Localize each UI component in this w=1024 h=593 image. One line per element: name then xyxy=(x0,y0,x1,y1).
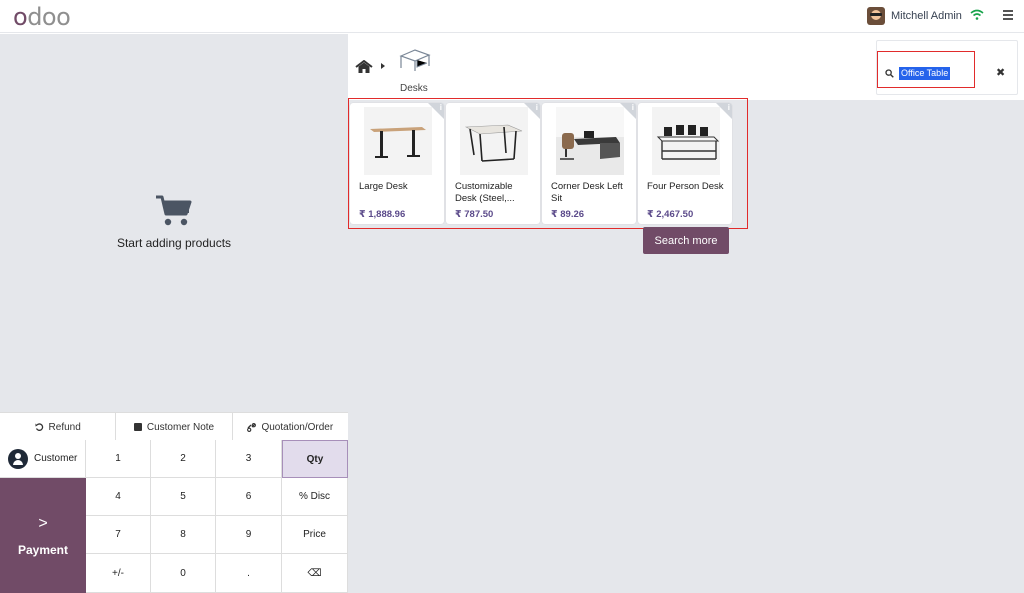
odoo-logo[interactable]: odoo xyxy=(13,3,71,31)
product-price: ₹ 2,467.50 xyxy=(647,209,694,220)
numpad-key-decimal[interactable]: . xyxy=(216,554,282,593)
product-image xyxy=(652,107,720,175)
numpad-key-0[interactable]: 0 xyxy=(151,554,216,593)
refund-icon xyxy=(35,422,43,431)
payment-button[interactable]: > Payment xyxy=(0,478,86,593)
user-name: Mitchell Admin xyxy=(891,10,962,22)
customer-avatar-icon xyxy=(8,448,28,469)
numpad-key-2[interactable]: 2 xyxy=(151,440,216,478)
numpad-key-7[interactable]: 7 xyxy=(86,516,151,554)
order-actions: Refund Customer Note Quotation/Order xyxy=(0,412,348,441)
numpad-key-6[interactable]: 6 xyxy=(216,478,282,516)
product-card[interactable]: i Four Person Desk ₹ 2,467.50 xyxy=(638,103,732,224)
refund-button[interactable]: Refund xyxy=(0,413,117,441)
search-more-button[interactable]: Search more xyxy=(643,227,729,254)
category-desks-label[interactable]: Desks xyxy=(400,83,428,94)
search-input[interactable]: Office Table xyxy=(899,67,951,80)
product-image xyxy=(460,107,528,175)
numpad-key-9[interactable]: 9 xyxy=(216,516,282,554)
product-card[interactable]: i Corner Desk Left Sit ₹ 89.26 xyxy=(542,103,636,224)
product-panel: Desks Office Table ✖ i Large Desk ₹ 1,88… xyxy=(348,34,1024,593)
search-bar[interactable]: Office Table ✖ xyxy=(876,40,1018,95)
product-price: ₹ 787.50 xyxy=(455,209,494,220)
numpad: 1 2 3 Qty 4 5 6 % Disc 7 8 9 Price +/- 0… xyxy=(86,440,348,593)
product-name: Customizable Desk (Steel,... xyxy=(455,181,515,204)
info-icon[interactable]: i xyxy=(440,103,442,112)
product-card[interactable]: i Customizable Desk (Steel,... ₹ 787.50 xyxy=(446,103,540,224)
numpad-key-4[interactable]: 4 xyxy=(86,478,151,516)
numpad-key-plus-minus[interactable]: +/- xyxy=(86,554,151,593)
info-icon[interactable]: i xyxy=(728,103,730,112)
note-icon xyxy=(133,423,142,431)
home-icon[interactable] xyxy=(355,60,373,74)
wifi-icon[interactable] xyxy=(970,9,984,21)
info-icon[interactable]: i xyxy=(632,103,634,112)
product-name: Large Desk xyxy=(359,181,408,192)
user-menu[interactable]: Mitchell Admin xyxy=(867,7,962,25)
search-icon xyxy=(885,69,894,78)
category-breadcrumb: Desks Office Table ✖ xyxy=(348,34,1024,100)
quotation-order-button[interactable]: Quotation/Order xyxy=(233,413,348,441)
breadcrumb-arrow-icon xyxy=(381,63,385,69)
empty-cart: Start adding products xyxy=(0,194,348,250)
product-price: ₹ 1,888.96 xyxy=(359,209,406,220)
customer-note-button[interactable]: Customer Note xyxy=(116,413,233,441)
numpad-area: Customer > Payment 1 2 3 Qty 4 5 6 % Dis… xyxy=(0,440,348,593)
numpad-mode-disc[interactable]: % Disc xyxy=(282,478,348,516)
product-card[interactable]: i Large Desk ₹ 1,888.96 xyxy=(350,103,444,224)
product-price: ₹ 89.26 xyxy=(551,209,585,220)
product-name: Corner Desk Left Sit xyxy=(551,181,623,204)
order-panel: Start adding products Refund Customer No… xyxy=(0,34,348,593)
numpad-mode-qty[interactable]: Qty xyxy=(282,440,348,478)
numpad-key-5[interactable]: 5 xyxy=(151,478,216,516)
numpad-key-3[interactable]: 3 xyxy=(216,440,282,478)
numpad-key-1[interactable]: 1 xyxy=(86,440,151,478)
hamburger-menu-icon[interactable] xyxy=(1003,10,1013,22)
top-bar: odoo Mitchell Admin xyxy=(0,0,1024,33)
product-image xyxy=(364,107,432,175)
search-results: i Large Desk ₹ 1,888.96 i Customizable D… xyxy=(348,98,748,229)
numpad-backspace[interactable]: ⌫ xyxy=(282,554,348,593)
customer-button[interactable]: Customer xyxy=(0,440,86,478)
user-avatar xyxy=(867,7,885,25)
info-icon[interactable]: i xyxy=(536,103,538,112)
numpad-key-8[interactable]: 8 xyxy=(151,516,216,554)
numpad-mode-price[interactable]: Price xyxy=(282,516,348,554)
desk-category-icon[interactable] xyxy=(398,48,432,72)
empty-cart-text: Start adding products xyxy=(116,236,232,250)
chevron-right-icon: > xyxy=(38,514,48,532)
shopping-cart-icon xyxy=(156,195,192,226)
link-icon xyxy=(247,422,257,432)
clear-search-icon[interactable]: ✖ xyxy=(996,66,1005,79)
product-name: Four Person Desk xyxy=(647,181,724,192)
product-image xyxy=(556,107,624,175)
